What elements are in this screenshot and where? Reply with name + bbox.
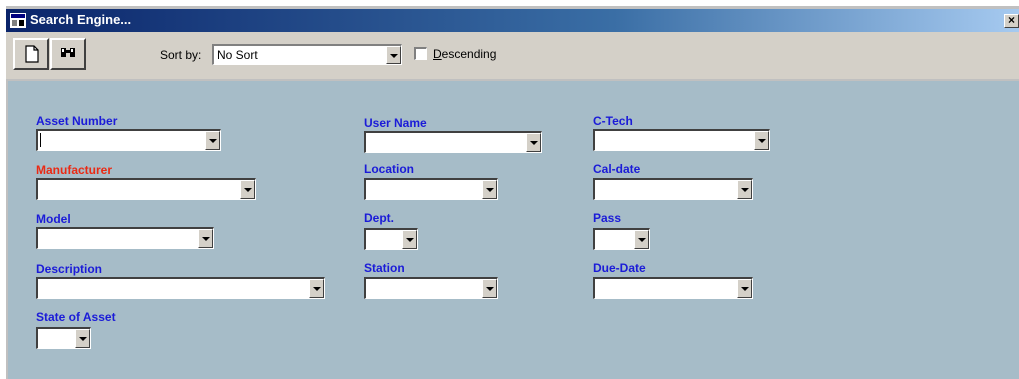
asset-number-field[interactable] — [36, 129, 221, 151]
descending-checkbox[interactable] — [414, 47, 427, 60]
location-field[interactable] — [364, 178, 498, 200]
dept-label: Dept. — [364, 211, 394, 225]
description-label: Description — [36, 262, 103, 276]
c-tech-field[interactable] — [593, 129, 770, 151]
due-date-field[interactable] — [593, 277, 753, 299]
user-name-label: User Name — [364, 116, 427, 130]
chevron-down-icon[interactable] — [309, 279, 324, 298]
toolbar — [6, 32, 1019, 79]
state-of-asset-field[interactable] — [36, 327, 91, 349]
manufacturer-field[interactable] — [36, 178, 256, 200]
chevron-down-icon[interactable] — [482, 279, 497, 298]
chevron-down-icon[interactable] — [240, 180, 255, 199]
model-label: Model — [36, 212, 71, 226]
location-label: Location — [364, 162, 414, 176]
pass-label: Pass — [593, 211, 622, 225]
chevron-down-icon[interactable] — [198, 229, 213, 248]
close-icon: × — [1007, 13, 1015, 27]
dept-field[interactable] — [364, 228, 418, 250]
pass-field[interactable] — [593, 228, 650, 250]
cal-date-label: Cal-date — [593, 162, 641, 176]
user-name-field[interactable] — [364, 131, 542, 153]
asset-number-label: Asset Number — [36, 114, 118, 128]
manufacturer-label: Manufacturer — [36, 163, 113, 177]
chevron-down-icon[interactable] — [737, 180, 752, 199]
sort-by-select[interactable]: No Sort — [212, 44, 402, 65]
find-button[interactable] — [50, 38, 86, 70]
title-bar: Search Engine... — [6, 9, 1019, 32]
chevron-down-icon[interactable] — [526, 133, 541, 152]
cal-date-field[interactable] — [593, 178, 753, 200]
chevron-down-icon[interactable] — [402, 230, 417, 249]
due-date-label: Due-Date — [593, 261, 646, 275]
chevron-down-icon[interactable] — [737, 279, 752, 298]
new-search-button[interactable] — [13, 38, 49, 70]
chevron-down-icon[interactable] — [754, 131, 769, 150]
window-title: Search Engine... — [30, 12, 132, 27]
chevron-down-icon[interactable] — [482, 180, 497, 199]
c-tech-label: C-Tech — [593, 114, 633, 128]
chevron-down-icon[interactable] — [634, 230, 649, 249]
sort-by-label: Sort by: — [160, 48, 202, 62]
chevron-down-icon[interactable] — [205, 131, 220, 150]
descending-label: Descending — [433, 47, 497, 61]
chevron-down-icon[interactable] — [386, 46, 401, 64]
station-label: Station — [364, 261, 405, 275]
chevron-down-icon[interactable] — [75, 329, 90, 348]
app-icon — [10, 13, 26, 28]
state-of-asset-label: State of Asset — [36, 310, 116, 324]
new-document-icon — [25, 45, 39, 63]
sort-by-value: No Sort — [217, 48, 258, 62]
text-caret — [40, 133, 41, 147]
close-button[interactable]: × — [1004, 14, 1019, 28]
description-field[interactable] — [36, 277, 325, 299]
binoculars-icon — [61, 48, 75, 57]
model-field[interactable] — [36, 227, 214, 249]
station-field[interactable] — [364, 277, 498, 299]
